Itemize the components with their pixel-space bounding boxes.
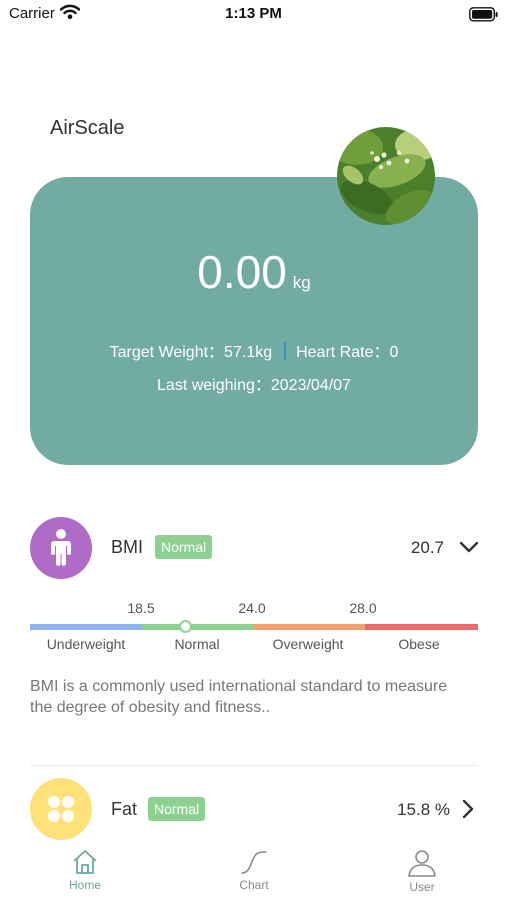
avatar[interactable]	[337, 127, 435, 225]
section-divider	[30, 765, 478, 766]
fat-label: Fat	[111, 799, 138, 819]
fat-value: 15.8 %	[397, 800, 450, 819]
fat-four-dots-icon	[30, 778, 92, 840]
tab-bar: Home Chart User	[0, 840, 507, 900]
tab-home[interactable]: Home	[35, 840, 135, 900]
bmi-marker	[179, 620, 192, 633]
scale-segment-underweight	[30, 624, 142, 630]
home-icon	[73, 850, 97, 874]
bmi-status-badge: Normal	[155, 535, 213, 559]
battery-icon	[469, 7, 499, 27]
heart-rate: Heart Rate：0	[296, 344, 399, 361]
tab-user[interactable]: User	[372, 840, 472, 900]
status-bar: Carrier 1:13 PM	[0, 0, 507, 30]
bmi-value: 20.7	[410, 538, 444, 557]
scale-segment-normal	[142, 624, 254, 630]
clock: 1:13 PM	[225, 5, 282, 22]
scale-label-normal: Normal	[174, 636, 220, 652]
bmi-description: BMI is a commonly used international sta…	[30, 678, 448, 716]
tab-chart[interactable]: Chart	[204, 840, 304, 900]
scale-label-obese: Obese	[398, 636, 440, 652]
bmi-threshold: 24.0	[238, 600, 266, 616]
app-title: AirScale	[50, 117, 125, 139]
bmi-label: BMI	[111, 537, 144, 557]
weight-value: 0.00	[197, 246, 287, 298]
tab-home-label: Home	[68, 878, 101, 892]
weight-card[interactable]: 0.00 kg Target Weight：57.1kg Heart Rate：0 …	[30, 177, 478, 465]
stats-row: Target Weight：57.1kg Heart Rate：0	[30, 338, 478, 362]
weight-display: 0.00 kg	[30, 245, 478, 299]
bmi-person-icon	[30, 517, 92, 579]
stats-divider	[284, 342, 287, 360]
chevron-right-icon[interactable]	[461, 799, 475, 824]
bmi-threshold: 28.0	[349, 600, 377, 616]
chevron-down-icon[interactable]	[459, 540, 479, 559]
last-weighing: Last weighing：2023/04/07	[157, 377, 351, 394]
fat-status-badge: Normal	[148, 797, 206, 821]
bmi-threshold: 18.5	[127, 600, 155, 616]
target-weight: Target Weight：57.1kg	[109, 344, 273, 361]
scale-label-overweight: Overweight	[272, 636, 344, 652]
curve-icon	[241, 851, 267, 874]
scale-segment-overweight	[254, 624, 365, 630]
user-icon	[408, 850, 436, 877]
weight-unit: kg	[292, 273, 311, 292]
tab-user-label: User	[409, 880, 435, 894]
scale-segment-obese	[365, 624, 478, 630]
scale-label-underweight: Underweight	[46, 636, 126, 652]
tab-chart-label: Chart	[239, 878, 269, 892]
